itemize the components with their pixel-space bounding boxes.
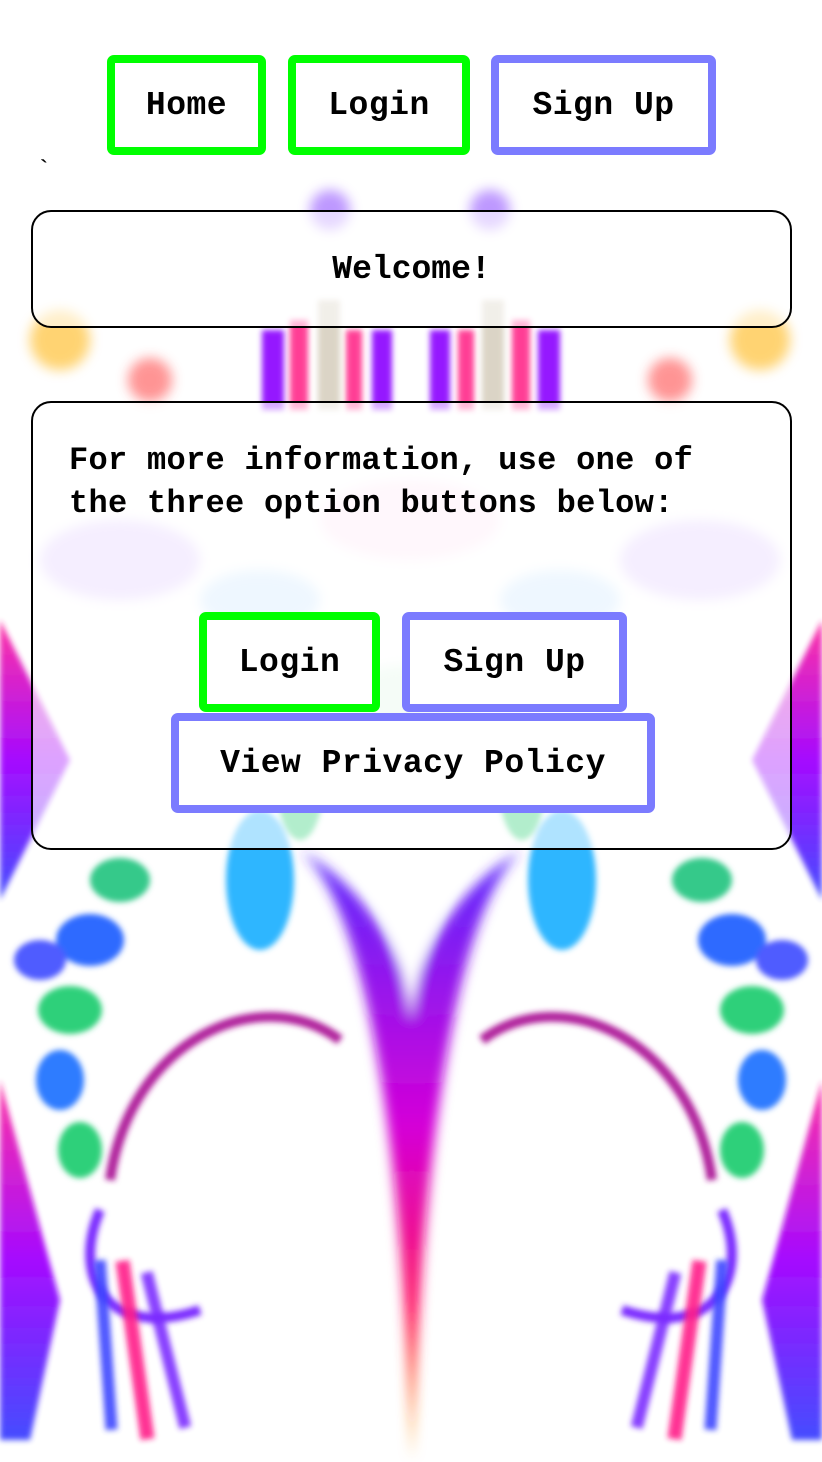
privacy-policy-label: View Privacy Policy bbox=[220, 744, 606, 782]
nav-home-label: Home bbox=[145, 86, 228, 124]
nav-login-label: Login bbox=[328, 86, 430, 124]
info-card: For more information, use one of the thr… bbox=[31, 401, 792, 850]
nav-signup-label: Sign Up bbox=[532, 86, 675, 124]
page: Home Login Sign Up ` Welcome! For more i… bbox=[0, 0, 822, 1462]
page-content: Home Login Sign Up ` Welcome! For more i… bbox=[0, 0, 822, 1462]
login-label: Login bbox=[238, 643, 341, 681]
info-text: For more information, use one of the thr… bbox=[69, 442, 694, 522]
stray-backtick: ` bbox=[36, 156, 52, 186]
welcome-card: Welcome! bbox=[31, 210, 792, 328]
nav-signup-button[interactable]: Sign Up bbox=[491, 55, 716, 155]
signup-label: Sign Up bbox=[443, 643, 586, 681]
login-button[interactable]: Login bbox=[199, 612, 380, 712]
signup-button[interactable]: Sign Up bbox=[402, 612, 627, 712]
nav-login-button[interactable]: Login bbox=[288, 55, 470, 155]
welcome-heading: Welcome! bbox=[332, 250, 491, 288]
privacy-policy-button[interactable]: View Privacy Policy bbox=[171, 713, 655, 813]
nav-home-button[interactable]: Home bbox=[107, 55, 266, 155]
